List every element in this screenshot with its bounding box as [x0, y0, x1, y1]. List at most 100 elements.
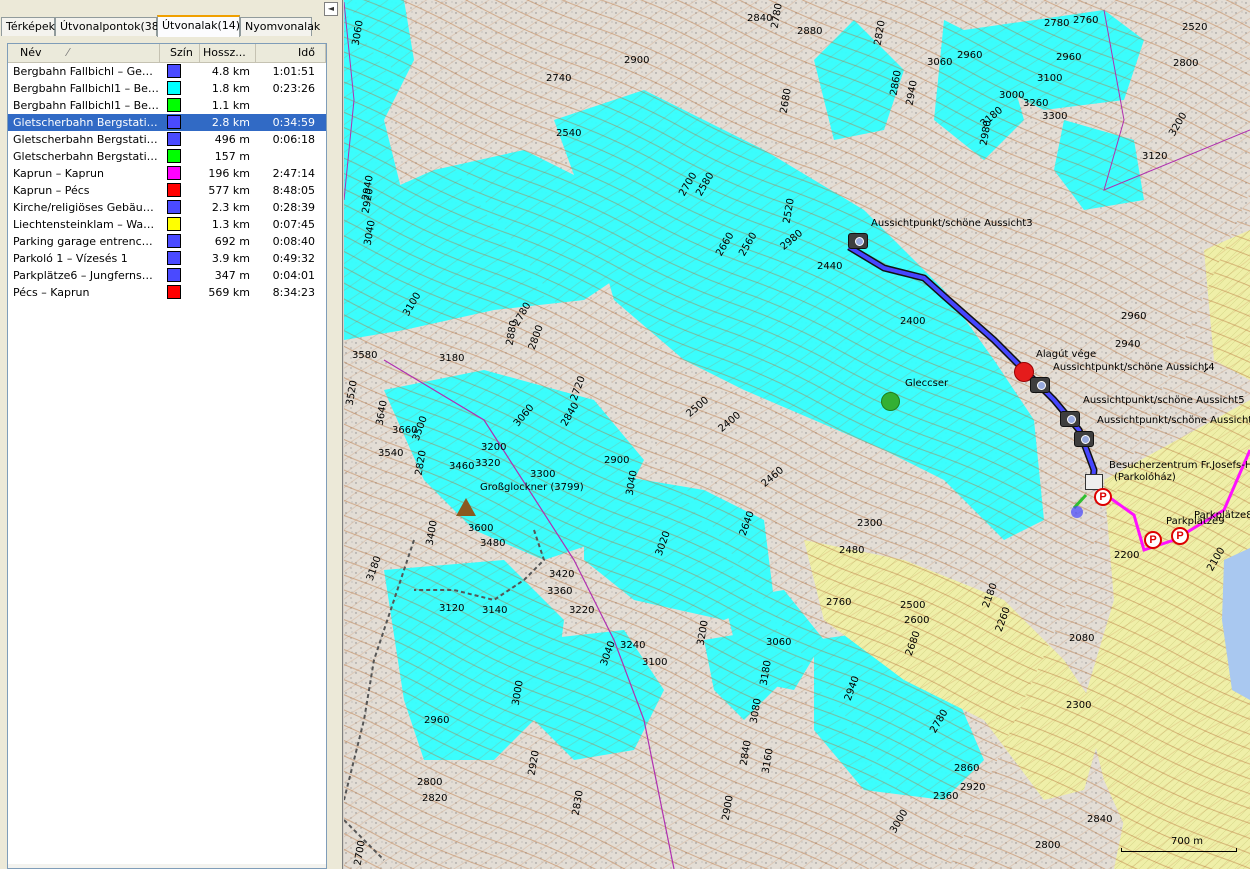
- elevation-label: 2960: [1121, 311, 1147, 322]
- route-color-swatch[interactable]: [167, 98, 181, 112]
- tab-maps[interactable]: Térképek: [1, 17, 55, 36]
- route-time: 8:48:05: [272, 184, 315, 197]
- elevation-label: 3260: [1023, 98, 1049, 109]
- route-name: Gletscherbahn Bergstation...: [13, 116, 159, 129]
- route-time: 0:06:18: [272, 133, 315, 146]
- map-canvas: [344, 0, 1250, 869]
- route-time: 0:34:59: [272, 116, 315, 129]
- elevation-label: 3100: [1037, 73, 1063, 84]
- route-length: 692 m: [214, 235, 250, 248]
- poi-label: Gleccser: [905, 378, 949, 389]
- scale-bar-line: [1121, 848, 1237, 852]
- route-length: 1.1 km: [211, 99, 250, 112]
- route-length: 577 km: [208, 184, 250, 197]
- green-dot-icon[interactable]: [881, 392, 900, 411]
- elevation-label: 2300: [1066, 700, 1092, 711]
- poi-label: (Parkolóház): [1114, 472, 1176, 483]
- camera-icon[interactable]: [1074, 431, 1094, 447]
- elevation-label: 2800: [417, 777, 443, 788]
- route-time: 8:34:23: [272, 286, 315, 299]
- route-name: Pécs – Kaprun: [13, 286, 90, 299]
- route-row[interactable]: Bergbahn Fallbichl – Geotr... 4.8 km 1:01:…: [8, 63, 326, 80]
- route-row[interactable]: Bergbahn Fallbichl1 – Berg... 1.1 km: [8, 97, 326, 114]
- route-color-swatch[interactable]: [167, 268, 181, 282]
- column-header-time[interactable]: Idő: [256, 44, 326, 62]
- poi-label: Parkplätze8: [1194, 510, 1250, 521]
- elevation-label: 2840: [747, 13, 773, 24]
- route-length: 157 m: [214, 150, 250, 163]
- elevation-label: 3120: [1142, 151, 1168, 162]
- collapse-panel-button[interactable]: ◄: [324, 2, 338, 16]
- route-row[interactable]: Kirche/religiöses Gebäude ... 2.3 km 0:28:…: [8, 199, 326, 216]
- route-row[interactable]: Parkplätze6 – Jungfernspr... 347 m 0:04:01: [8, 267, 326, 284]
- elevation-label: 3360: [547, 586, 573, 597]
- routes-list[interactable]: Név ⁄ Szín Hossz... Idő Bergbahn Fallbic…: [7, 43, 327, 869]
- camera-icon[interactable]: [1060, 411, 1080, 427]
- route-row[interactable]: Bergbahn Fallbichl1 – Berg... 1.8 km 0:23:…: [8, 80, 326, 97]
- route-name: Liechtensteinklam – Wasse...: [13, 218, 159, 231]
- route-color-swatch[interactable]: [167, 64, 181, 78]
- route-color-swatch[interactable]: [167, 81, 181, 95]
- route-color-swatch[interactable]: [167, 115, 181, 129]
- elevation-label: 3580: [352, 350, 378, 361]
- elevation-label: 3540: [378, 448, 404, 459]
- route-time: 0:07:45: [272, 218, 315, 231]
- route-color-swatch[interactable]: [167, 251, 181, 265]
- route-name: Kaprun – Pécs: [13, 184, 90, 197]
- poi-label: Aussichtpunkt/schöne Aussicht5: [1083, 395, 1245, 406]
- column-header-name[interactable]: Név ⁄: [8, 44, 160, 62]
- parking-icon[interactable]: P: [1144, 531, 1162, 549]
- camera-icon[interactable]: [1030, 377, 1050, 393]
- route-row[interactable]: Gletscherbahn Bergstation... 2.8 km 0:34:5…: [8, 114, 326, 131]
- route-row[interactable]: Kaprun – Kaprun 196 km 2:47:14: [8, 165, 326, 182]
- elevation-label: 2080: [1069, 633, 1095, 644]
- elevation-label: 2540: [556, 128, 582, 139]
- route-length: 347 m: [214, 269, 250, 282]
- summit-icon[interactable]: [456, 498, 476, 516]
- route-color-swatch[interactable]: [167, 285, 181, 299]
- route-row[interactable]: Parking garage entrence (... 692 m 0:08:40: [8, 233, 326, 250]
- topographic-map[interactable]: P P P Aussichtpunkt/schöne Aussicht3 Ala…: [344, 0, 1250, 869]
- route-time: 0:04:01: [272, 269, 315, 282]
- route-name: Bergbahn Fallbichl1 – Berg...: [13, 82, 159, 95]
- route-row[interactable]: Liechtensteinklam – Wasse... 1.3 km 0:07:4…: [8, 216, 326, 233]
- parking-icon[interactable]: P: [1094, 488, 1112, 506]
- horizontal-scrollbar[interactable]: [8, 864, 326, 868]
- route-color-swatch[interactable]: [167, 183, 181, 197]
- elevation-label: 2300: [857, 518, 883, 529]
- route-name: Kaprun – Kaprun: [13, 167, 104, 180]
- elevation-label: 3140: [482, 605, 508, 616]
- elevation-label: 2880: [797, 26, 823, 37]
- elevation-label: 3100: [642, 657, 668, 668]
- tab-tracks[interactable]: Nyomvonalak: [240, 17, 320, 36]
- route-color-swatch[interactable]: [167, 166, 181, 180]
- tab-routes[interactable]: Útvonalak(14): [157, 15, 240, 37]
- route-row[interactable]: Gletscherbahn Bergstation... 157 m: [8, 148, 326, 165]
- route-name: Bergbahn Fallbichl – Geotr...: [13, 65, 159, 78]
- route-color-swatch[interactable]: [167, 200, 181, 214]
- route-row[interactable]: Pécs – Kaprun 569 km 8:34:23: [8, 284, 326, 301]
- route-row[interactable]: Gletscherbahn Bergstation... 496 m 0:06:18: [8, 131, 326, 148]
- tab-waypoints[interactable]: Útvonalpontok(38): [55, 17, 163, 36]
- route-row[interactable]: Kaprun – Pécs 577 km 8:48:05: [8, 182, 326, 199]
- route-name: Gletscherbahn Bergstation...: [13, 133, 159, 146]
- route-color-swatch[interactable]: [167, 149, 181, 163]
- route-row[interactable]: Parkoló 1 – Vízesés 1 3.9 km 0:49:32: [8, 250, 326, 267]
- route-name: Bergbahn Fallbichl1 – Berg...: [13, 99, 159, 112]
- route-color-swatch[interactable]: [167, 217, 181, 231]
- parking-icon[interactable]: P: [1171, 527, 1189, 545]
- elevation-label: 3480: [480, 538, 506, 549]
- camera-icon[interactable]: [848, 233, 868, 249]
- route-color-swatch[interactable]: [167, 234, 181, 248]
- column-header-color[interactable]: Szín: [160, 44, 200, 62]
- route-color-swatch[interactable]: [167, 132, 181, 146]
- elevation-label: 2940: [1115, 339, 1141, 350]
- route-length: 1.3 km: [211, 218, 250, 231]
- scale-label: 700 m: [1171, 836, 1204, 847]
- route-name: Parkoló 1 – Vízesés 1: [13, 252, 128, 265]
- poi-label: Besucherzentrum Fr.Josefs-Hö: [1109, 460, 1250, 471]
- route-name: Parkplätze6 – Jungfernspr...: [13, 269, 159, 282]
- column-header-length[interactable]: Hossz...: [200, 44, 256, 62]
- elevation-label: 3000: [999, 90, 1025, 101]
- elevation-label: 3200: [481, 442, 507, 453]
